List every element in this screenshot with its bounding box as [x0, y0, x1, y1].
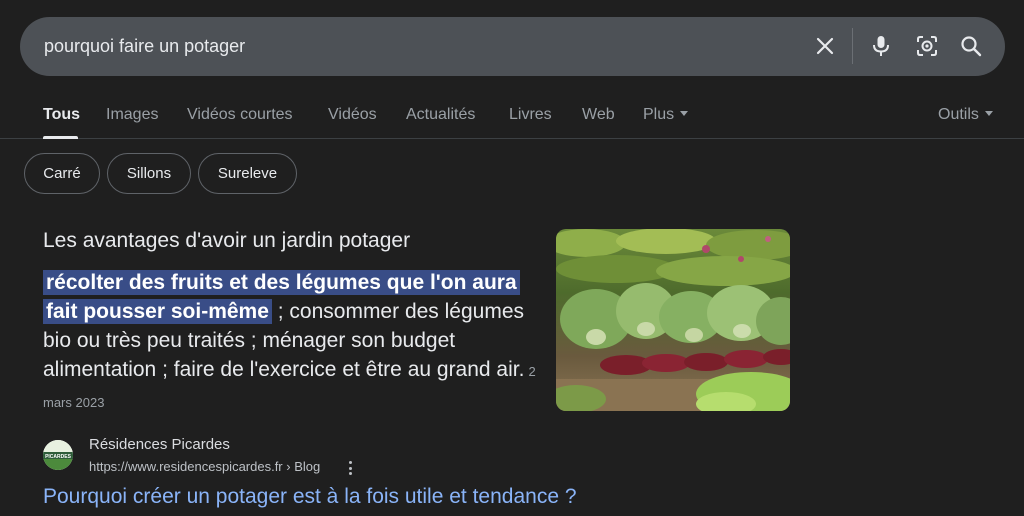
search-tabs: Tous Images Vidéos courtes Vidéos Actual… — [0, 96, 1024, 139]
featured-snippet-text: récolter des fruits et des légumes que l… — [43, 268, 538, 417]
chevron-down-icon — [984, 111, 993, 116]
tab-images[interactable]: Images — [106, 106, 158, 124]
tab-web[interactable]: Web — [582, 106, 615, 124]
chip-carre[interactable]: Carré — [24, 153, 100, 194]
favicon-text: PICARDES — [45, 454, 72, 460]
tab-actualites[interactable]: Actualités — [406, 106, 475, 124]
site-favicon[interactable]: PICARDES — [43, 440, 73, 470]
search-bar[interactable]: pourquoi faire un potager — [20, 17, 1005, 76]
chip-sillons[interactable]: Sillons — [107, 153, 191, 194]
tab-plus[interactable]: Plus — [643, 106, 689, 124]
microphone-icon[interactable] — [868, 33, 894, 59]
site-url[interactable]: https://www.residencespicardes.fr › Blog — [89, 459, 320, 474]
search-icon[interactable] — [958, 33, 984, 59]
tools-menu[interactable]: Outils — [938, 106, 993, 124]
search-divider — [852, 28, 853, 64]
tab-livres[interactable]: Livres — [509, 106, 552, 124]
tab-plus-label: Plus — [643, 106, 675, 123]
search-input[interactable]: pourquoi faire un potager — [44, 36, 245, 57]
tools-label: Outils — [938, 106, 979, 123]
site-name[interactable]: Résidences Picardes — [89, 436, 230, 453]
tab-videos-courtes[interactable]: Vidéos courtes — [187, 106, 293, 124]
chevron-down-icon — [680, 111, 689, 116]
camera-lens-icon[interactable] — [914, 33, 940, 59]
tab-videos[interactable]: Vidéos — [328, 106, 377, 124]
result-title-link[interactable]: Pourquoi créer un potager est à la fois … — [43, 485, 577, 509]
chip-sureleve[interactable]: Sureleve — [198, 153, 297, 194]
active-tab-indicator — [43, 136, 78, 139]
garden-photo[interactable] — [556, 229, 790, 411]
clear-icon[interactable] — [812, 33, 838, 59]
tab-tous[interactable]: Tous — [43, 106, 80, 124]
featured-snippet-title: Les avantages d'avoir un jardin potager — [43, 229, 411, 252]
more-options-icon[interactable] — [345, 459, 355, 477]
